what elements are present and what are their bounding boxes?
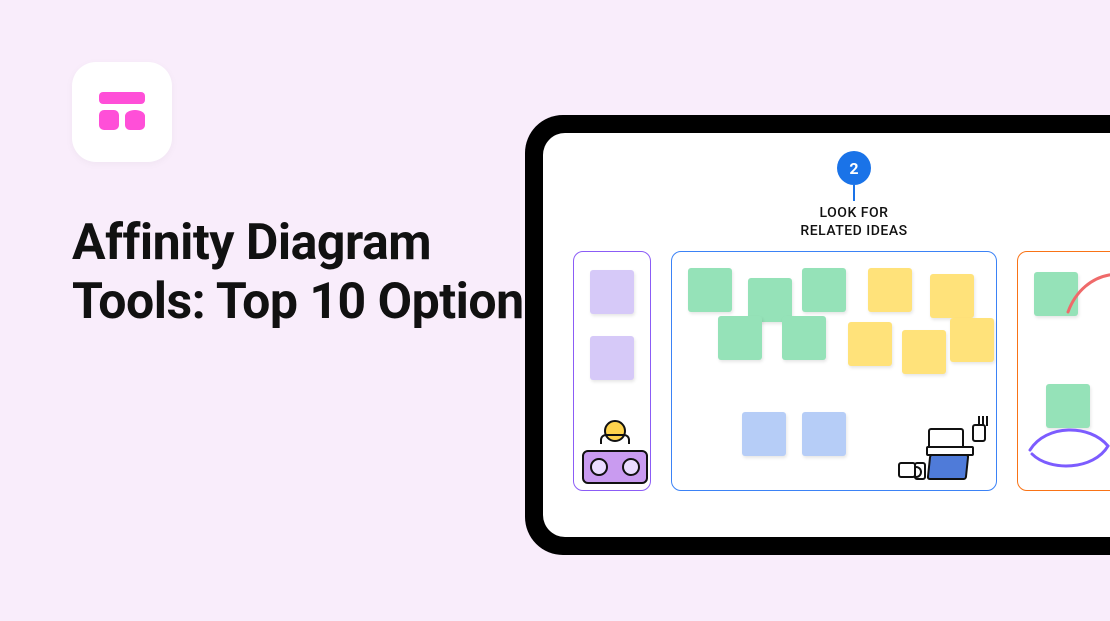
step-number-badge: 2 xyxy=(837,151,871,185)
sticky-note xyxy=(590,270,634,314)
affinity-group-right xyxy=(1017,251,1110,491)
step-label-line1: LOOK FOR xyxy=(820,205,889,221)
tablet-screen: 2 LOOK FOR RELATED IDEAS xyxy=(543,133,1110,537)
sticky-note xyxy=(950,318,994,362)
page-title: Affinity Diagram Tools: Top 10 Options xyxy=(72,214,552,332)
sticky-note xyxy=(742,412,786,456)
step-label-line2: RELATED IDEAS xyxy=(800,223,907,239)
step-label: LOOK FOR RELATED IDEAS xyxy=(543,205,1110,240)
app-logo-tile xyxy=(72,62,172,162)
sticky-note xyxy=(718,316,762,360)
scribble-purple-icon xyxy=(1024,420,1110,480)
sticky-note xyxy=(802,268,846,312)
scribble-red-icon xyxy=(1064,262,1110,332)
sticky-note xyxy=(590,336,634,380)
sticky-note xyxy=(688,268,732,312)
taskade-logo-icon xyxy=(99,92,145,132)
affinity-group-center xyxy=(671,251,997,491)
sticky-note xyxy=(802,412,846,456)
tablet-frame: 2 LOOK FOR RELATED IDEAS xyxy=(525,115,1110,555)
desk-doodle-icon xyxy=(892,424,988,484)
boombox-doodle-icon xyxy=(582,436,648,484)
sticky-note xyxy=(902,330,946,374)
sticky-note xyxy=(930,274,974,318)
sticky-note xyxy=(848,322,892,366)
affinity-group-left xyxy=(573,251,651,491)
step-connector-line xyxy=(853,185,855,201)
sticky-note xyxy=(782,316,826,360)
sticky-note xyxy=(868,268,912,312)
